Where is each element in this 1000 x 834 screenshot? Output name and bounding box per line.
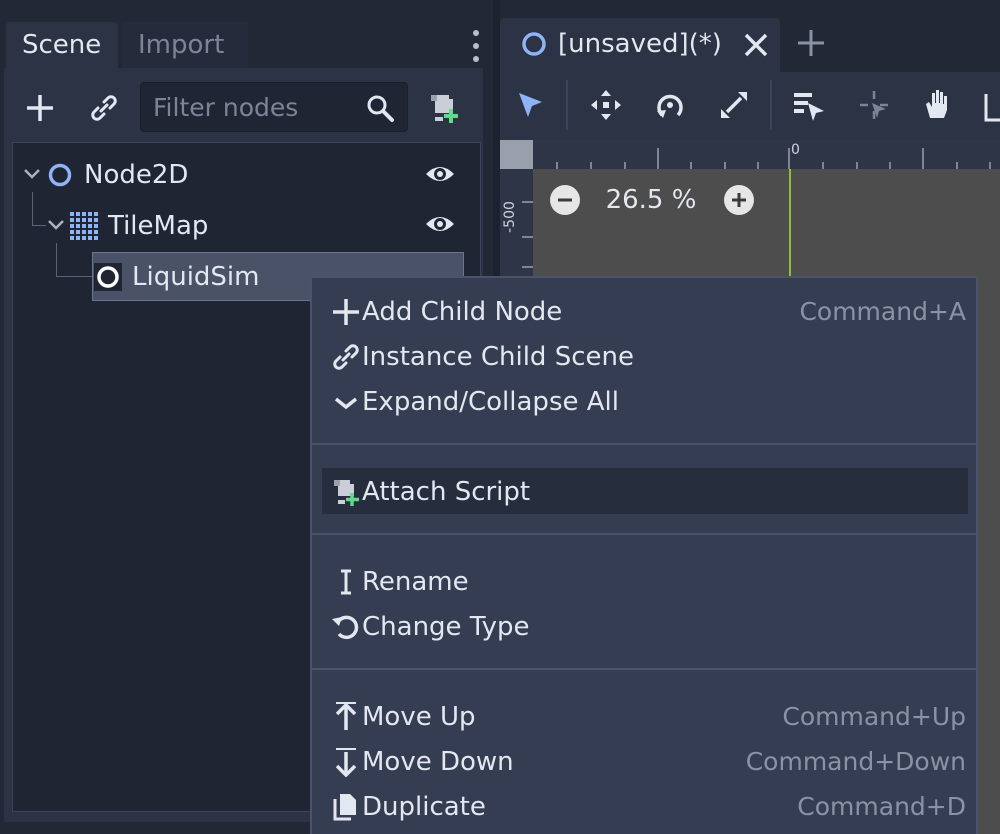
tree-node-node2d[interactable]: Node2D	[84, 153, 188, 197]
list-select-icon[interactable]	[792, 89, 826, 123]
menu-item-label: Move Down	[362, 747, 514, 777]
tilemap-icon	[70, 212, 98, 240]
menu-shortcut: Command+Down	[745, 747, 966, 776]
menu-shortcut: Command+Up	[782, 702, 966, 731]
menu-item-label: Instance Child Scene	[362, 342, 634, 372]
tree-node-tilemap[interactable]: TileMap	[108, 204, 208, 248]
menu-item-instance-child-scene[interactable]: Instance Child Scene	[326, 336, 966, 378]
menu-item-move-up[interactable]: Move Up Command+Up	[326, 696, 966, 738]
link-icon	[91, 95, 117, 121]
menu-item-label: Expand/Collapse All	[362, 387, 619, 417]
search-icon	[367, 95, 394, 122]
add-node-button[interactable]	[18, 86, 62, 130]
tree-node-liquidsim[interactable]: LiquidSim	[132, 255, 259, 299]
chevron-down-icon[interactable]	[46, 215, 66, 235]
attach-script-button[interactable]	[422, 86, 466, 130]
eye-icon[interactable]	[424, 158, 456, 190]
plus-icon	[27, 95, 53, 121]
ruler-horizontal: 0	[533, 140, 1000, 169]
node-icon	[94, 263, 122, 291]
close-icon[interactable]	[742, 31, 770, 59]
tab-import[interactable]: Import	[122, 22, 248, 68]
select-mode-icon[interactable]	[516, 90, 546, 120]
dock-options-icon[interactable]	[468, 26, 484, 66]
eye-icon[interactable]	[424, 208, 456, 240]
menu-item-add-child-node[interactable]: Add Child Node Command+A	[326, 291, 966, 333]
context-menu: Add Child Node Command+A Instance Child …	[310, 276, 978, 834]
tree-guide	[56, 243, 92, 277]
minus-icon	[551, 186, 579, 214]
ruler-zero-label: 0	[791, 142, 800, 158]
duplicate-icon	[330, 791, 362, 823]
menu-item-label: Add Child Node	[362, 297, 563, 327]
pan-hand-icon[interactable]	[922, 88, 954, 122]
filter-nodes-input[interactable]	[141, 83, 363, 131]
tab-scene[interactable]: Scene	[6, 22, 118, 68]
node2d-icon	[522, 32, 546, 56]
menu-item-label: Attach Script	[362, 477, 531, 507]
menu-shortcut: Command+A	[799, 297, 966, 326]
menu-item-label: Rename	[362, 567, 469, 597]
menu-item-rename[interactable]: Rename	[326, 561, 966, 603]
chevron-down-icon[interactable]	[22, 164, 42, 184]
plus-icon	[330, 296, 362, 328]
ruler-tool-icon[interactable]	[984, 92, 1000, 122]
script-add-icon	[431, 95, 458, 123]
link-icon	[330, 341, 362, 373]
instance-scene-button[interactable]	[82, 86, 126, 130]
rotate-icon	[330, 611, 362, 643]
menu-item-label: Move Up	[362, 702, 476, 732]
menu-item-label: Duplicate	[362, 792, 486, 822]
y-axis-line	[789, 169, 791, 279]
rename-icon	[330, 566, 362, 598]
filter-box	[140, 82, 408, 132]
zoom-in-button[interactable]	[724, 185, 754, 215]
toolbar-separator	[566, 80, 568, 130]
menu-item-label: Change Type	[362, 612, 530, 642]
arrow-down-icon	[330, 746, 362, 778]
menu-item-change-type[interactable]: Change Type	[326, 606, 966, 648]
zoom-out-button[interactable]	[550, 185, 580, 215]
plus-icon	[725, 186, 753, 214]
menu-separator	[312, 668, 976, 670]
menu-item-duplicate[interactable]: Duplicate Command+D	[326, 786, 966, 828]
zoom-level[interactable]: 26.5 %	[596, 180, 706, 220]
scale-mode-icon[interactable]	[718, 89, 750, 121]
move-mode-icon[interactable]	[590, 89, 622, 121]
tree-guide	[32, 192, 46, 226]
script-add-icon	[330, 476, 362, 508]
menu-separator	[312, 533, 976, 535]
rotate-mode-icon[interactable]	[654, 89, 686, 121]
scene-tab-title[interactable]: [unsaved](*)	[558, 24, 722, 64]
menu-item-attach-script[interactable]: Attach Script	[326, 471, 966, 513]
ruler-corner	[500, 140, 533, 169]
toolbar-separator	[770, 80, 772, 130]
add-tab-icon[interactable]	[796, 28, 826, 58]
menu-item-move-down[interactable]: Move Down Command+Down	[326, 741, 966, 783]
menu-shortcut: Command+D	[797, 792, 966, 821]
menu-item-expand-collapse-all[interactable]: Expand/Collapse All	[326, 381, 966, 423]
arrow-up-icon	[330, 701, 362, 733]
node2d-icon	[48, 163, 72, 187]
menu-separator	[312, 443, 976, 445]
pivot-icon[interactable]	[858, 89, 890, 121]
chevron-down-icon	[330, 386, 362, 418]
